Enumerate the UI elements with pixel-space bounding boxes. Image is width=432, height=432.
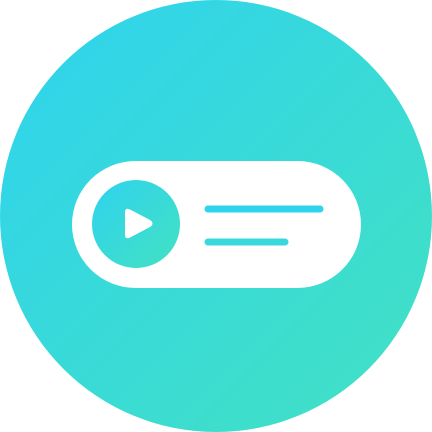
app-icon-canvas — [0, 0, 432, 432]
media-player-pill-icon — [0, 0, 432, 432]
